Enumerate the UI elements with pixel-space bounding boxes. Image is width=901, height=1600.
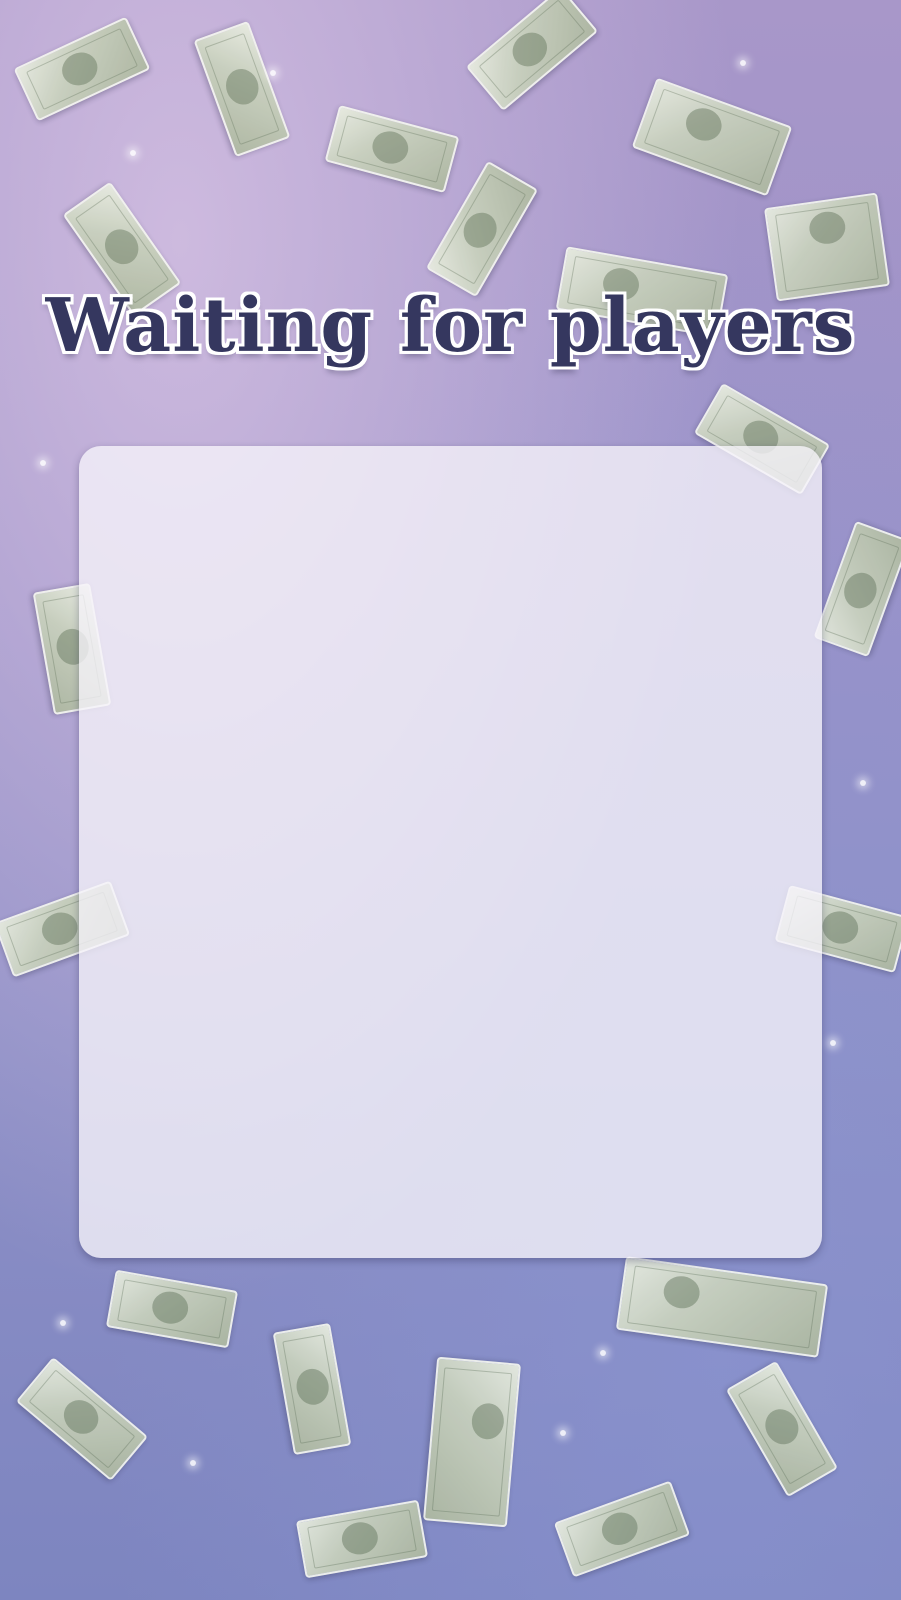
sparkle-icon	[560, 1430, 566, 1436]
banknote-icon	[813, 520, 901, 658]
sparkle-icon	[60, 1320, 66, 1326]
banknote-icon	[615, 1256, 829, 1358]
sparkle-icon	[190, 1460, 196, 1466]
sparkle-icon	[40, 460, 46, 466]
waiting-title: Waiting for players	[45, 283, 856, 369]
banknote-icon	[15, 1356, 149, 1482]
banknote-icon	[465, 0, 599, 112]
sparkle-icon	[830, 1040, 836, 1046]
banknote-icon	[13, 16, 151, 122]
sparkle-icon	[130, 150, 136, 156]
sparkle-icon	[740, 60, 746, 66]
player-list-panel	[79, 446, 822, 1258]
banknote-icon	[423, 1356, 521, 1528]
banknote-icon	[631, 77, 793, 197]
banknote-icon	[553, 1480, 691, 1578]
banknote-icon	[725, 1360, 839, 1498]
banknote-icon	[295, 1499, 429, 1579]
sparkle-icon	[860, 780, 866, 786]
banknote-icon	[272, 1322, 352, 1456]
banknote-icon	[105, 1269, 239, 1349]
sparkle-icon	[600, 1350, 606, 1356]
sparkle-icon	[270, 70, 276, 76]
banknote-icon	[324, 104, 460, 194]
banknote-icon	[193, 20, 291, 158]
